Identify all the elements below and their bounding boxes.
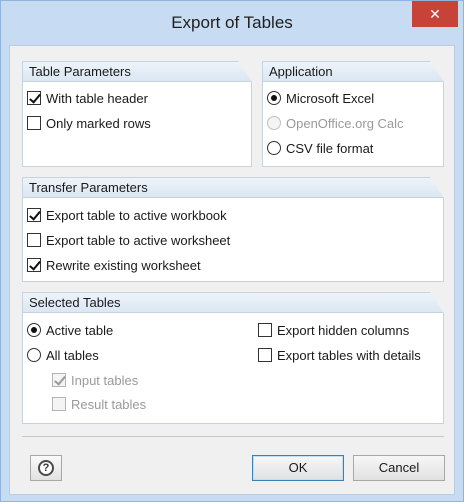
table-parameters-header: Table Parameters [23,61,252,82]
transfer-parameters-group: Transfer Parameters Export table to acti… [22,177,444,282]
radio-button[interactable] [267,91,281,105]
checkbox-box[interactable] [258,323,272,337]
active-table-radio[interactable]: Active table [27,321,113,339]
selected-tables-group: Selected Tables Active table All tables … [22,292,444,424]
ok-button[interactable]: OK [252,455,344,481]
rewrite-existing-worksheet-label: Rewrite existing worksheet [46,257,201,273]
all-tables-label: All tables [46,347,99,363]
only-marked-rows-checkbox[interactable]: Only marked rows [27,114,151,132]
active-table-label: Active table [46,322,114,338]
application-group: Application Microsoft Excel OpenOffice.o… [262,61,444,167]
only-marked-rows-label: Only marked rows [46,115,151,131]
openoffice-calc-label: OpenOffice.org Calc [286,115,404,131]
application-header: Application [263,61,444,82]
checkbox-box [52,397,66,411]
all-tables-radio[interactable]: All tables [27,346,99,364]
export-to-active-workbook-label: Export table to active workbook [46,207,227,223]
with-table-header-checkbox[interactable]: With table header [27,89,148,107]
radio-button [267,116,281,130]
checkbox-box[interactable] [258,348,272,362]
export-hidden-columns-label: Export hidden columns [277,322,410,338]
footer-separator [22,436,444,437]
checkbox-box[interactable] [27,208,41,222]
input-tables-label: Input tables [71,372,139,388]
csv-file-format-label: CSV file format [286,140,374,156]
radio-button[interactable] [267,141,281,155]
checkbox-box[interactable] [27,233,41,247]
selected-tables-header: Selected Tables [23,292,444,313]
with-table-header-label: With table header [46,90,148,106]
close-button[interactable]: ✕ [412,1,458,27]
checkbox-box[interactable] [27,91,41,105]
table-parameters-group: Table Parameters With table header Only … [22,61,252,167]
result-tables-checkbox: Result tables [52,395,146,413]
export-to-active-worksheet-label: Export table to active worksheet [46,232,231,248]
checkbox-box [52,373,66,387]
radio-button[interactable] [27,323,41,337]
microsoft-excel-radio[interactable]: Microsoft Excel [267,89,374,107]
microsoft-excel-label: Microsoft Excel [286,90,375,106]
rewrite-existing-worksheet-checkbox[interactable]: Rewrite existing worksheet [27,256,201,274]
export-to-active-worksheet-checkbox[interactable]: Export table to active worksheet [27,231,230,249]
export-to-active-workbook-checkbox[interactable]: Export table to active workbook [27,206,227,224]
cancel-button[interactable]: Cancel [353,455,445,481]
export-tables-with-details-checkbox[interactable]: Export tables with details [258,346,421,364]
result-tables-label: Result tables [71,396,147,412]
openoffice-calc-radio: OpenOffice.org Calc [267,114,404,132]
help-button[interactable]: ? [30,455,62,481]
checkbox-box[interactable] [27,116,41,130]
help-icon: ? [38,460,54,476]
dialog-title: Export of Tables [171,13,293,32]
dialog-body: Table Parameters With table header Only … [9,45,455,495]
csv-file-format-radio[interactable]: CSV file format [267,139,373,157]
export-tables-with-details-label: Export tables with details [277,347,421,363]
input-tables-checkbox: Input tables [52,371,138,389]
export-hidden-columns-checkbox[interactable]: Export hidden columns [258,321,409,339]
checkbox-box[interactable] [27,258,41,272]
title-bar: Export of Tables ✕ [1,1,463,45]
export-dialog-window: Export of Tables ✕ Table Parameters With… [0,0,464,502]
radio-button[interactable] [27,348,41,362]
close-icon: ✕ [429,6,441,22]
transfer-parameters-header: Transfer Parameters [23,177,444,198]
